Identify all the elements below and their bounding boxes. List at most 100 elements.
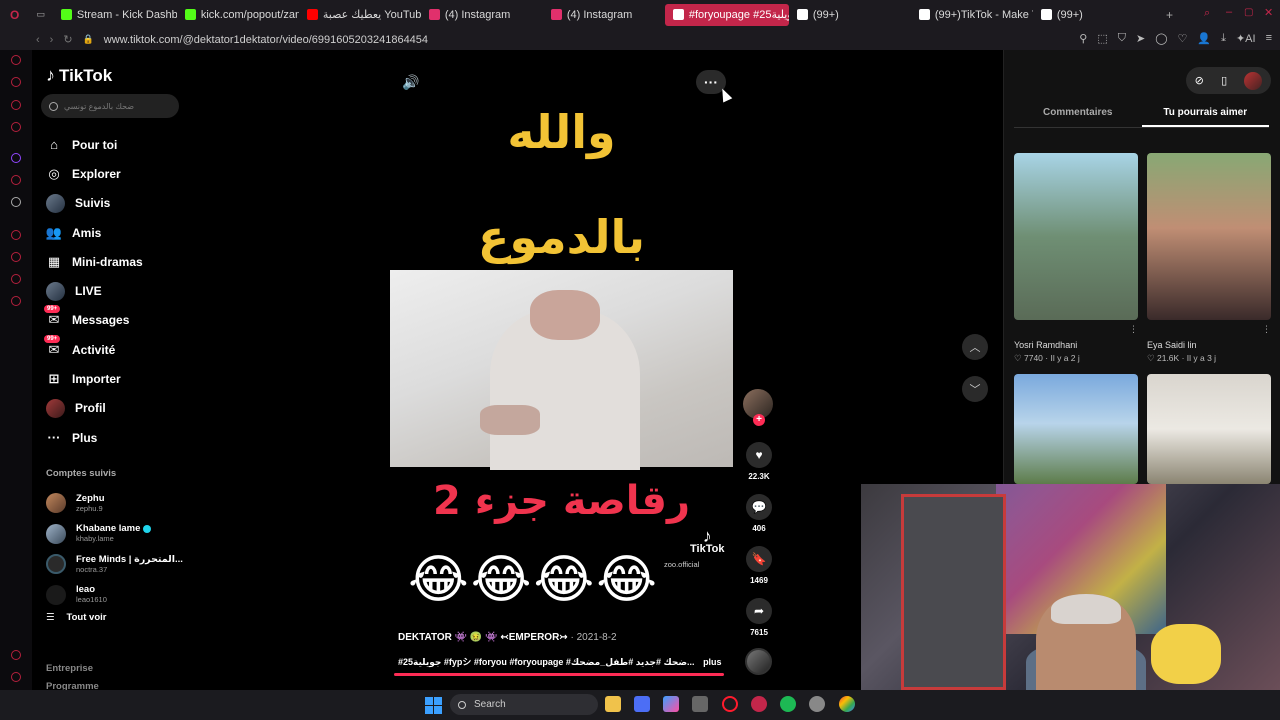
close-window-icon[interactable]: ✕ xyxy=(1264,6,1273,19)
url-field[interactable]: www.tiktok.com/@dektator1dektator/video/… xyxy=(104,34,428,46)
file-explorer-icon[interactable] xyxy=(605,696,621,712)
shield-icon[interactable]: ⛉ xyxy=(1118,32,1126,45)
store-icon[interactable] xyxy=(634,696,650,712)
video-options-icon[interactable]: ⋮ xyxy=(1129,324,1138,335)
minimize-icon[interactable]: – xyxy=(1226,6,1232,18)
follow-plus-icon[interactable]: + xyxy=(753,414,765,426)
phone-icon[interactable]: ▯ xyxy=(1221,74,1227,87)
sidebar-app-icon[interactable] xyxy=(11,55,21,65)
following-item[interactable]: Zephu zephu.9 xyxy=(46,488,196,519)
suggested-video-thumbnail[interactable] xyxy=(1014,374,1138,484)
following-item[interactable]: Free Minds | المتحررة... noctra.37 xyxy=(46,549,196,580)
following-item[interactable]: Khabane lame khaby.lame xyxy=(46,519,196,550)
menu-item-activite[interactable]: ✉ 99+ Activité xyxy=(44,334,196,364)
menu-item-profil[interactable]: Profil xyxy=(46,394,196,423)
new-tab-icon[interactable]: + xyxy=(1166,8,1173,22)
comment-button[interactable]: 💬 406 xyxy=(743,494,775,533)
ai-icon[interactable]: ✦AI xyxy=(1236,32,1256,45)
app-taskbar-icon[interactable] xyxy=(809,696,825,712)
tiktok-logo[interactable]: ♪ TikTok xyxy=(46,65,112,86)
menu-item-plus[interactable]: ··· Plus xyxy=(46,423,196,452)
save-button[interactable]: 🔖 1469 xyxy=(743,546,775,585)
following-item[interactable]: leao leao1610 xyxy=(46,580,196,611)
sidebar-app-icon[interactable] xyxy=(11,122,21,132)
tab-commentaires[interactable]: Commentaires xyxy=(1014,102,1142,127)
tab-tiktok-4[interactable]: (99+) xyxy=(1033,4,1113,26)
like-button[interactable]: ♥ 22.3K xyxy=(743,442,775,481)
menu-item-importer[interactable]: ⊞ Importer xyxy=(46,364,196,393)
tab-kick-dashboard[interactable]: Stream - Kick Dashboard xyxy=(53,4,177,26)
sidebar-app-icon[interactable] xyxy=(11,100,21,110)
sidebar-app-icon[interactable] xyxy=(11,650,21,660)
windows-start-icon[interactable] xyxy=(425,697,442,714)
tab-tu-pourrais-aimer[interactable]: Tu pourrais aimer xyxy=(1141,102,1269,127)
menu-item-mini-dramas[interactable]: ▦ Mini-dramas xyxy=(46,247,196,276)
volume-icon[interactable]: 🔊 xyxy=(402,74,419,91)
suggested-video-thumbnail[interactable] xyxy=(1147,374,1271,484)
workspaces-icon[interactable]: ▭ xyxy=(36,9,45,20)
send-icon[interactable]: ➤ xyxy=(1136,32,1145,45)
sidebar-app-icon[interactable] xyxy=(11,274,21,284)
x-icon[interactable] xyxy=(11,197,21,207)
back-forward-reload-icons[interactable]: ‹›↻ xyxy=(36,33,83,46)
menu-item-suivis[interactable]: Suivis xyxy=(46,189,196,218)
footer-link-entreprise[interactable]: Entreprise xyxy=(46,660,99,678)
more-icon[interactable] xyxy=(11,672,21,682)
video-overlay-text-top: والله xyxy=(507,105,616,159)
video-author[interactable]: DEKTATOR 👾 🤢 👾 ↢EMPEROR↣ · 2021-8-2 xyxy=(398,632,617,643)
snapshot-icon[interactable]: ⬚ xyxy=(1097,32,1107,45)
app-taskbar-icon[interactable] xyxy=(751,696,767,712)
menu-icon[interactable]: ≡ xyxy=(1266,32,1272,45)
next-video-button[interactable]: ﹀ xyxy=(962,376,988,402)
activity-badge: 99+ xyxy=(44,334,61,343)
twitch-icon[interactable] xyxy=(11,153,21,163)
tab-instagram-2[interactable]: (4) Instagram xyxy=(543,4,665,26)
calculator-icon[interactable] xyxy=(692,696,708,712)
copilot-icon[interactable] xyxy=(663,696,679,712)
tab-instagram-1[interactable]: (4) Instagram xyxy=(421,4,543,26)
maximize-icon[interactable]: ▢ xyxy=(1244,7,1253,18)
sidebar-app-icon[interactable] xyxy=(11,230,21,240)
user-avatar[interactable] xyxy=(1244,71,1263,90)
search-input[interactable]: ضحك بالدموع تونسي xyxy=(41,94,179,118)
opera-icon[interactable]: ◯ xyxy=(1155,32,1167,45)
video-options-icon[interactable]: ⋮ xyxy=(1262,324,1271,335)
menu-item-messages[interactable]: ✉ 99+ Messages xyxy=(44,305,196,335)
caption-more-link[interactable]: plus xyxy=(703,657,722,667)
share-button[interactable]: ➦ 7615 xyxy=(743,598,775,637)
menu-item-explorer[interactable]: ◎ Explorer xyxy=(46,159,196,188)
music-disc-icon[interactable] xyxy=(745,648,772,675)
heart-icon[interactable]: ♡ xyxy=(1178,32,1188,45)
settings-icon[interactable] xyxy=(11,296,21,306)
opera-taskbar-icon[interactable] xyxy=(722,696,738,712)
tab-tiktok-3[interactable]: (99+)TikTok - Make Your xyxy=(911,4,1033,26)
chrome-icon[interactable] xyxy=(839,696,855,712)
profile-icon[interactable]: 👤 xyxy=(1197,32,1211,45)
previous-video-button[interactable]: ︿ xyxy=(962,334,988,360)
spotify-icon[interactable] xyxy=(780,696,796,712)
download-icon[interactable]: ⤓ xyxy=(1221,32,1226,45)
compass-icon[interactable]: ⊘ xyxy=(1195,74,1204,87)
search-tabs-icon[interactable]: ⌕ xyxy=(1204,7,1210,20)
pin-icon[interactable]: ⚲ xyxy=(1079,32,1087,45)
sidebar-app-icon[interactable] xyxy=(11,175,21,185)
menu-item-live[interactable]: LIVE xyxy=(46,276,196,305)
sidebar-app-icon[interactable] xyxy=(11,77,21,87)
sidebar-app-icon[interactable] xyxy=(11,252,21,262)
menu-item-amis[interactable]: 👥 Amis xyxy=(46,218,196,247)
suggested-video-title[interactable]: Eya Saidi lin xyxy=(1147,340,1197,350)
tab-tiktok-active[interactable]: #foryoupage #جويلية25 xyxy=(664,3,789,26)
suggested-video-thumbnail[interactable] xyxy=(1147,153,1271,320)
tab-youtube[interactable]: يعطيك عصبة YouTube - a xyxy=(299,4,421,26)
suggested-video-title[interactable]: Yosri Ramdhani xyxy=(1014,340,1077,350)
video-player[interactable]: 🔊 ··· والله بالدموع رقاصة جزء 2 😂😂😂😂 ♪ T… xyxy=(390,50,733,678)
video-progress-bar[interactable] xyxy=(394,673,724,676)
suggested-video-thumbnail[interactable] xyxy=(1014,153,1138,320)
opera-logo-icon[interactable]: O xyxy=(10,8,19,22)
taskbar-search[interactable]: Search xyxy=(450,694,598,715)
menu-item-pour-toi[interactable]: ⌂ Pour toi xyxy=(46,130,196,159)
tab-tiktok-2[interactable]: (99+) xyxy=(789,4,911,26)
see-all-link[interactable]: ☰ Tout voir xyxy=(46,612,196,623)
tab-kick-popout[interactable]: kick.com/popout/zanoun xyxy=(177,4,299,26)
tiktok-icon xyxy=(796,9,808,20)
